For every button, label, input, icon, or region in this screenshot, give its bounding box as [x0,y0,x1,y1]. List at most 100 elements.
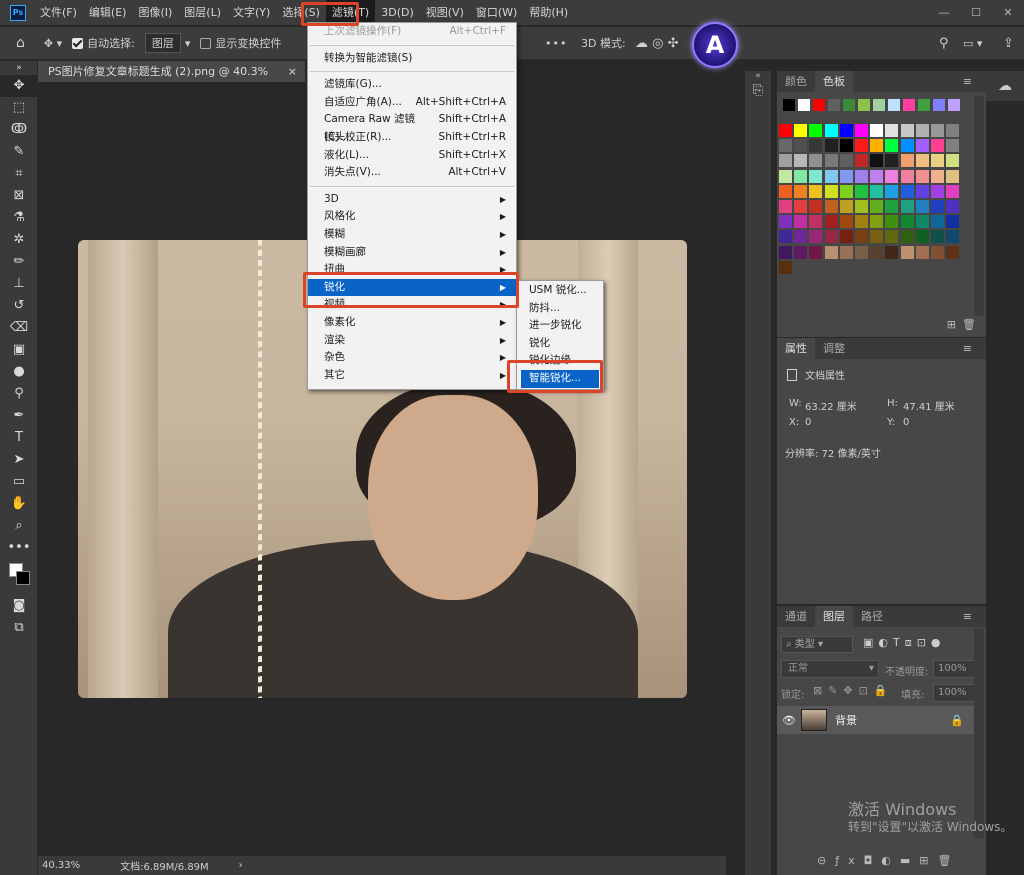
color-swatch[interactable] [870,169,884,183]
color-swatch[interactable] [855,215,868,229]
stamp-tool-icon[interactable]: ⊥ [0,273,38,295]
color-swatch[interactable] [915,154,929,168]
menu-layer[interactable]: 图层(L) [178,0,227,26]
menu-file[interactable]: 文件(F) [34,0,83,26]
color-swatch[interactable] [809,215,823,229]
color-swatch[interactable] [824,169,838,183]
color-swatch[interactable] [931,230,944,244]
lasso-tool-icon[interactable]: ↂ [0,119,38,141]
filter-menu-item[interactable]: 滤镜库(G)... [308,76,516,94]
filter-menu-item[interactable]: 模糊画廊 ▶ [308,244,516,262]
color-swatch[interactable] [946,154,960,168]
color-swatch[interactable] [946,245,960,259]
hand-tool-icon[interactable]: ✋ [0,493,38,515]
color-swatch[interactable] [900,124,914,137]
color-swatch[interactable] [839,124,853,137]
color-swatch[interactable] [779,260,792,274]
color-swatch[interactable] [870,139,884,153]
color-swatch[interactable] [885,154,899,168]
color-swatch[interactable] [794,169,808,183]
layer-name[interactable]: 背景 [835,712,857,728]
blur-tool-icon[interactable]: ● [0,361,38,383]
color-swatch[interactable] [915,124,929,137]
swatches-menu-icon[interactable]: ≡ [955,71,980,92]
color-swatch[interactable] [900,230,914,244]
sharpen-submenu-item[interactable]: 锐化 [517,335,603,353]
layer-filter-select[interactable]: ⌕ 类型 ▾ [781,636,853,653]
sharpen-submenu-item[interactable]: 防抖... [517,300,603,318]
filter-menu-item[interactable]: 液化(L)... Shift+Ctrl+X [308,147,516,165]
color-swatch[interactable] [885,184,899,198]
edit-toolbar-icon[interactable]: ••• [0,537,38,559]
color-swatch[interactable] [824,154,838,168]
color-swatch[interactable] [885,245,899,259]
color-swatch[interactable] [809,169,823,183]
creative-cloud-icon[interactable]: ☁ [986,71,1024,101]
color-swatch[interactable] [779,215,792,229]
color-swatch[interactable] [931,215,944,229]
color-swatch[interactable] [931,184,944,198]
gradient-tool-icon[interactable]: ▣ [0,339,38,361]
color-swatch[interactable] [931,200,944,213]
color-swatch[interactable] [915,200,929,213]
color-swatch[interactable] [946,184,960,198]
color-swatch[interactable] [839,184,853,198]
color-swatch[interactable] [839,245,853,259]
expand-panels-icon[interactable]: « [745,71,771,81]
auto-select-option[interactable]: 自动选择: [72,35,135,51]
tab-layers[interactable]: 图层 [815,606,853,627]
color-swatch[interactable] [824,124,838,137]
color-swatch[interactable] [839,200,853,213]
color-swatch[interactable] [931,169,944,183]
color-swatch[interactable] [855,184,868,198]
color-swatch[interactable] [839,139,853,153]
color-swatch[interactable] [900,200,914,213]
color-swatch[interactable] [779,200,792,213]
recent-swatch[interactable] [798,99,810,111]
color-swatch[interactable] [885,139,899,153]
collapse-toolbar-icon[interactable]: » [0,61,38,75]
lock-icons[interactable]: ⊠✎✥⊡🔒 [813,684,894,697]
color-swatch[interactable] [855,139,868,153]
layers-menu-icon[interactable]: ≡ [955,606,980,627]
recent-swatch[interactable] [843,99,855,111]
color-swatch[interactable] [900,154,914,168]
color-swatch[interactable] [915,184,929,198]
color-swatch[interactable] [946,124,960,137]
color-swatches[interactable] [0,559,38,595]
color-swatch[interactable] [824,215,838,229]
tab-paths[interactable]: 路径 [853,606,891,627]
color-swatch[interactable] [855,124,868,137]
y-value[interactable]: 0 [903,417,909,428]
color-swatch[interactable] [809,184,823,198]
color-swatch[interactable] [839,230,853,244]
close-button[interactable]: ✕ [992,0,1024,26]
home-icon[interactable]: ⌂ [16,35,25,51]
color-swatch[interactable] [946,139,960,153]
tab-adjustments[interactable]: 调整 [815,338,853,359]
color-swatch[interactable] [915,245,929,259]
color-swatch[interactable] [779,230,792,244]
layer-filter-icons[interactable]: ▣◐T⧈⊡● [863,636,946,650]
recent-swatch[interactable] [933,99,945,111]
recent-swatch[interactable] [858,99,870,111]
recent-swatch[interactable] [828,99,840,111]
color-swatch[interactable] [870,215,884,229]
zoom-level[interactable]: 40.33% [42,860,80,871]
move-tool-icon[interactable]: ✥ ▾ [44,37,62,50]
color-swatch[interactable] [915,215,929,229]
color-swatch[interactable] [946,200,960,213]
quick-select-tool-icon[interactable]: ✎ [0,141,38,163]
history-panel-icon[interactable]: ⎘ [745,83,771,98]
zoom-tool-icon[interactable]: ⌕ [0,515,38,537]
color-swatch[interactable] [794,184,808,198]
tab-channels[interactable]: 通道 [777,606,815,627]
color-swatch[interactable] [794,215,808,229]
color-swatch[interactable] [779,124,792,137]
color-swatch[interactable] [870,154,884,168]
color-swatch[interactable] [779,169,792,183]
color-swatch[interactable] [931,154,944,168]
shape-tool-icon[interactable]: ▭ [0,471,38,493]
color-swatch[interactable] [855,154,868,168]
recent-swatch[interactable] [903,99,915,111]
